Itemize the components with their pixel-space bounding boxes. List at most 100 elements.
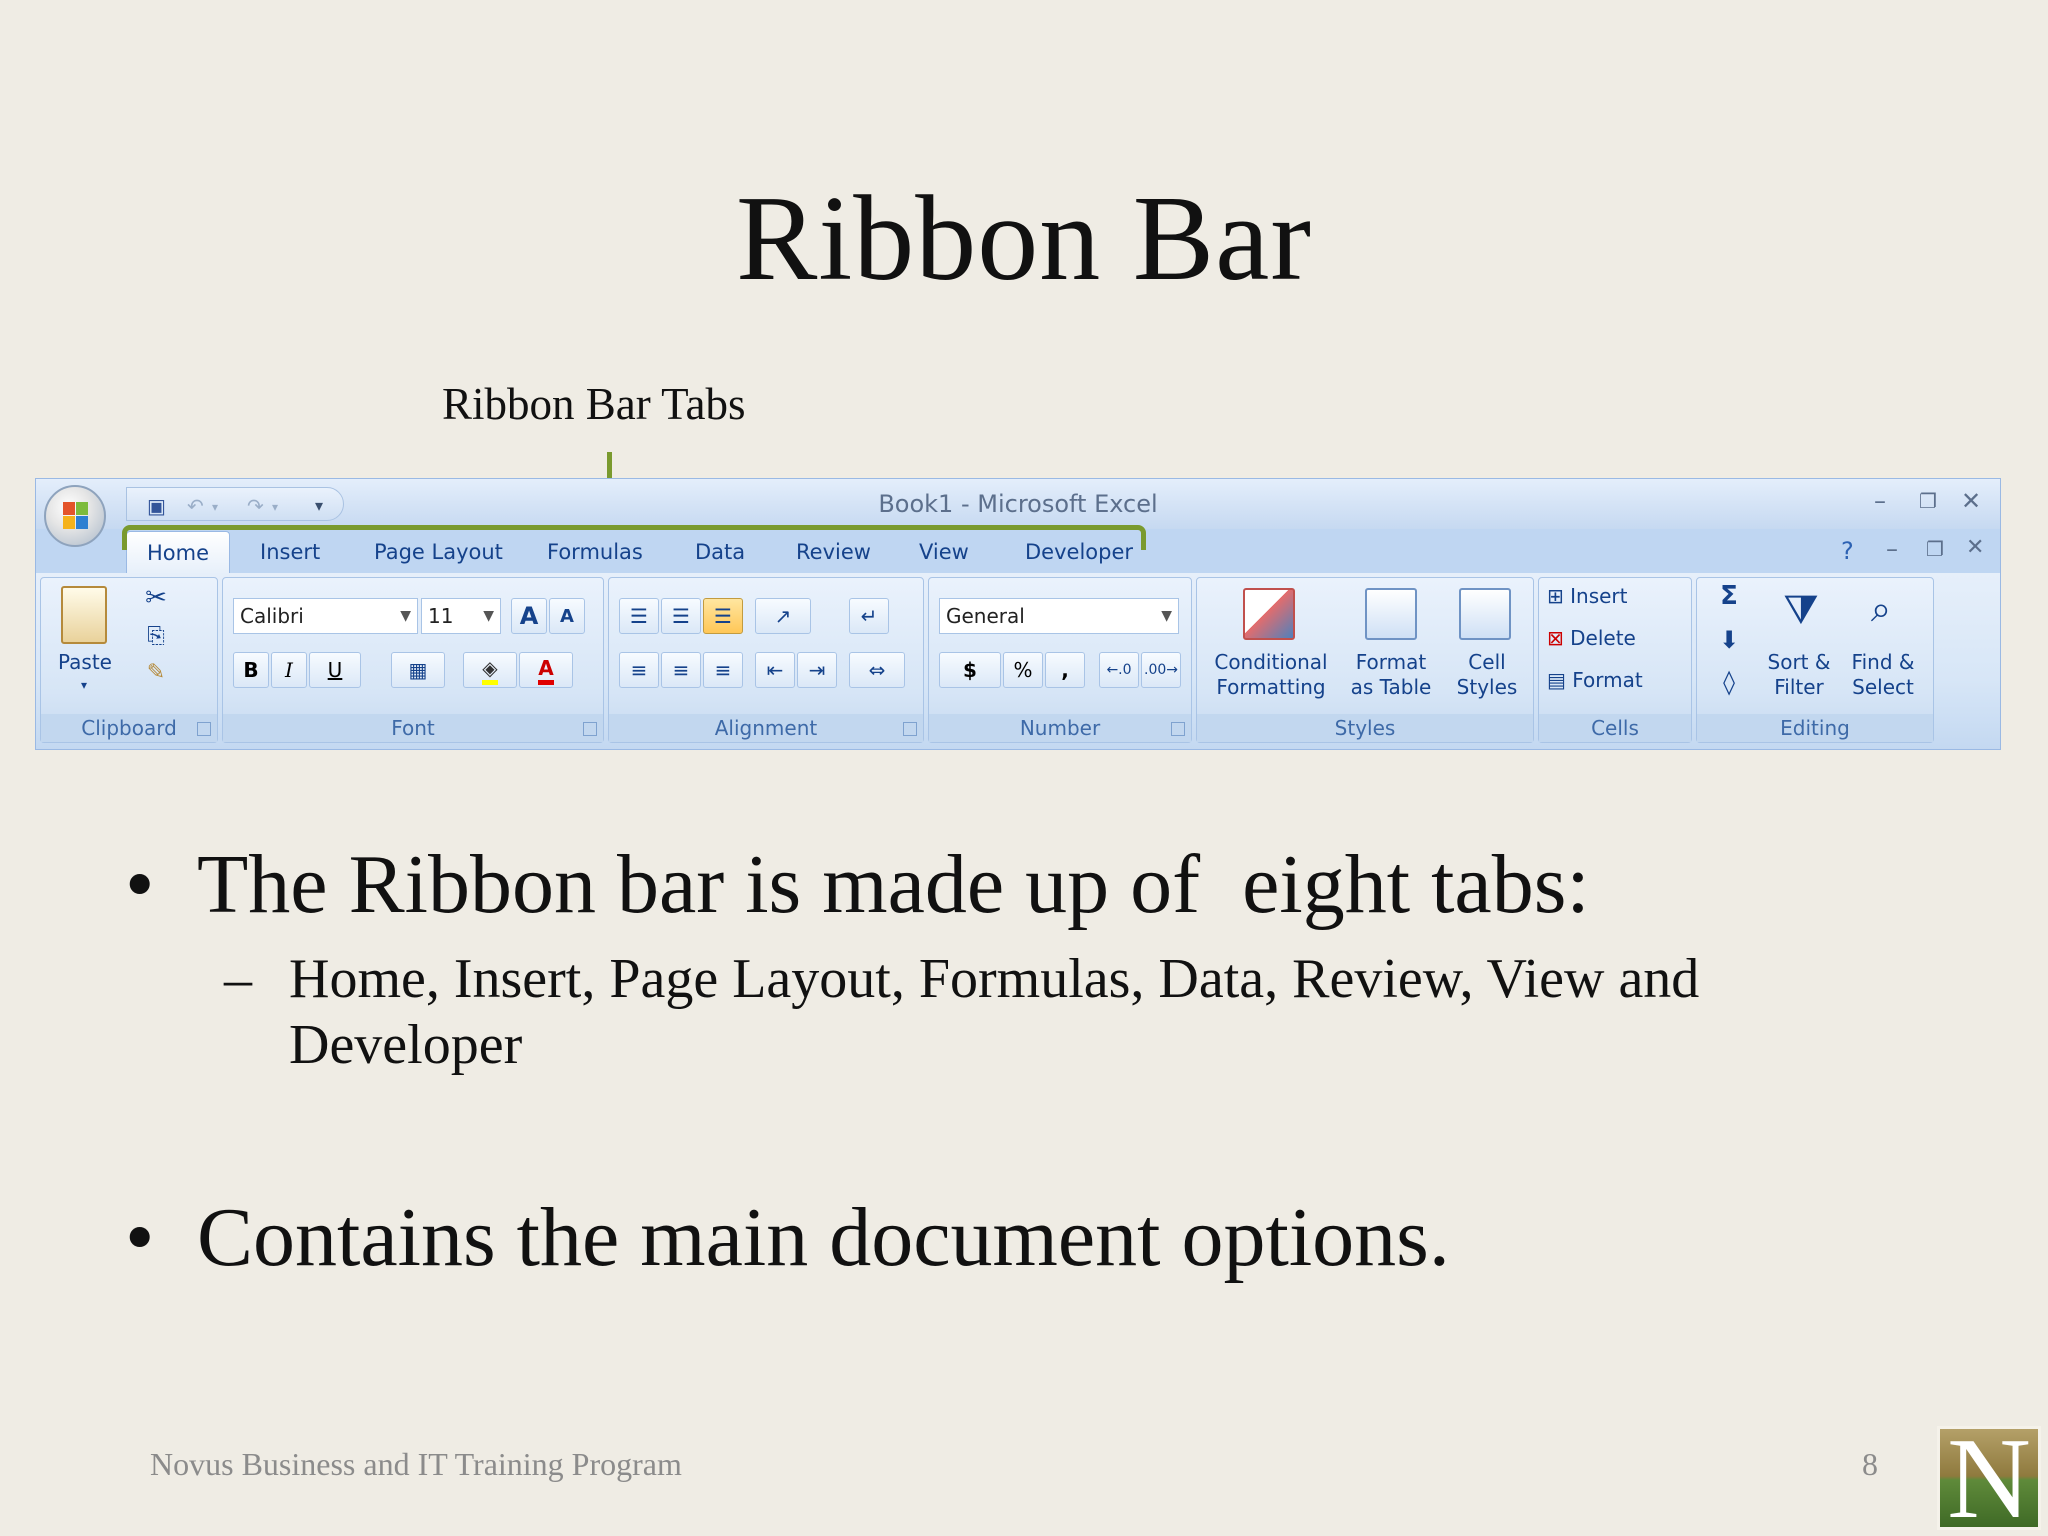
italic-button[interactable]: I [271, 652, 307, 688]
orientation-button[interactable]: ↗ [755, 598, 811, 634]
group-label-styles: Styles [1197, 714, 1533, 742]
delete-cells-button[interactable]: ⊠ Delete [1547, 626, 1687, 651]
cell-styles-line2: Styles [1456, 675, 1518, 699]
group-alignment: ☰ ☰ ☰ ↗ ↵ ≡ ≡ ≡ ⇤ ⇥ ⇔ Alignment [608, 577, 924, 743]
format-as-table-line2: as Table [1350, 675, 1432, 699]
font-name-value: Calibri [240, 604, 304, 628]
alignment-launcher-icon[interactable] [903, 722, 917, 736]
number-launcher-icon[interactable] [1171, 722, 1185, 736]
group-label-editing: Editing [1697, 714, 1933, 742]
font-name-field[interactable]: Calibri ▼ [233, 598, 418, 634]
cell-styles-line1: Cell [1468, 650, 1506, 674]
autosum-button[interactable]: Σ [1705, 583, 1753, 609]
conditional-formatting-icon[interactable] [1243, 588, 1295, 640]
font-launcher-icon[interactable] [583, 722, 597, 736]
cut-icon[interactable]: ✂ [141, 585, 171, 611]
fill-button[interactable]: ⬇ [1705, 628, 1753, 653]
font-name-dropdown-icon[interactable]: ▼ [400, 599, 411, 633]
sort-filter-button[interactable]: Sort & Filter [1759, 650, 1839, 700]
cell-styles-icon[interactable] [1459, 588, 1511, 640]
restore-icon[interactable]: ❐ [1919, 489, 1937, 513]
font-color-button[interactable]: A [519, 652, 573, 688]
conditional-formatting-button[interactable]: Conditional Formatting [1197, 650, 1345, 700]
workbook-restore-icon[interactable]: ❐ [1926, 537, 1944, 561]
bullet-1-text: The Ribbon bar is made up of eight tabs: [197, 838, 1590, 931]
font-size-field[interactable]: 11 ▼ [421, 598, 501, 634]
shrink-font-button[interactable]: A [549, 598, 585, 634]
minimize-icon[interactable]: – [1874, 487, 1886, 515]
help-icon[interactable]: ? [1841, 537, 1854, 565]
paste-dropdown-icon[interactable]: ▾ [74, 673, 94, 698]
increase-indent-button[interactable]: ⇥ [797, 652, 837, 688]
decrease-decimal-button[interactable]: .00→ [1141, 652, 1181, 688]
novus-logo-letter: N [1947, 1426, 2031, 1530]
align-middle-icon: ☰ [672, 604, 690, 628]
clear-button[interactable]: ◊ [1705, 670, 1753, 695]
bullet-2-marker: • [125, 1191, 155, 1284]
decrease-decimal-icon: .00→ [1144, 662, 1178, 678]
group-label-font: Font [223, 714, 603, 742]
fill-color-button[interactable]: ◈ [463, 652, 517, 688]
wrap-text-button[interactable]: ↵ [849, 598, 889, 634]
group-label-number: Number [929, 714, 1191, 742]
wrap-text-icon: ↵ [860, 604, 878, 628]
bullet-2: • Contains the main document options. [125, 1189, 1450, 1286]
format-painter-icon[interactable]: ✎ [141, 660, 171, 685]
underline-button[interactable]: U [309, 652, 361, 688]
delete-cells-icon: ⊠ [1547, 626, 1571, 650]
find-select-icon[interactable]: ⌕ [1853, 584, 1909, 636]
format-cells-button[interactable]: ▤ Format [1547, 668, 1687, 693]
sort-filter-line1: Sort & [1767, 650, 1831, 674]
group-font: Calibri ▼ 11 ▼ A A B I U ▦ ◈ A Font [222, 577, 604, 743]
clipboard-launcher-icon[interactable] [197, 722, 211, 736]
comma-button[interactable]: , [1045, 652, 1085, 688]
grow-font-button[interactable]: A [511, 598, 547, 634]
group-clipboard: Paste ▾ ✂ ⎘ ✎ Clipboard [40, 577, 218, 743]
page-number: 8 [1862, 1446, 1878, 1482]
align-center-button[interactable]: ≡ [661, 652, 701, 688]
find-select-line1: Find & [1851, 650, 1915, 674]
group-number: General ▼ $ % , ←.0 .00→ Number [928, 577, 1192, 743]
paste-icon[interactable] [61, 586, 107, 644]
excel-ribbon: ▣ ↶ ▾ ↷ ▾ ▾ Book1 - Microsoft Excel – ❐ … [35, 478, 2001, 750]
format-as-table-button[interactable]: Format as Table [1337, 650, 1445, 700]
font-size-value: 11 [428, 604, 454, 628]
group-label-cells: Cells [1539, 714, 1691, 742]
number-format-dropdown-icon[interactable]: ▼ [1161, 599, 1172, 633]
font-color-icon: A [538, 656, 554, 685]
increase-indent-icon: ⇥ [808, 658, 826, 682]
sort-filter-line2: Filter [1774, 675, 1824, 699]
office-button[interactable] [44, 485, 106, 547]
sub-bullet-text: Home, Insert, Page Layout, Formulas, Dat… [289, 948, 1700, 1076]
font-size-dropdown-icon[interactable]: ▼ [483, 599, 494, 633]
bold-button[interactable]: B [233, 652, 269, 688]
close-icon[interactable]: ✕ [1961, 487, 1981, 515]
group-label-clipboard: Clipboard [41, 714, 217, 742]
align-bottom-button[interactable]: ☰ [703, 598, 743, 634]
bullet-1-marker: • [125, 838, 155, 931]
sort-filter-icon[interactable]: ⧩ [1773, 584, 1829, 636]
paste-label[interactable]: Paste [53, 650, 117, 675]
decrease-indent-button[interactable]: ⇤ [755, 652, 795, 688]
find-select-button[interactable]: Find & Select [1841, 650, 1925, 700]
increase-decimal-button[interactable]: ←.0 [1099, 652, 1139, 688]
insert-cells-button[interactable]: ⊞ Insert [1547, 584, 1687, 609]
cell-styles-button[interactable]: Cell Styles [1445, 650, 1529, 700]
decrease-indent-icon: ⇤ [766, 658, 784, 682]
currency-button[interactable]: $ [939, 652, 1001, 688]
borders-button[interactable]: ▦ [391, 652, 445, 688]
increase-decimal-icon: ←.0 [1106, 662, 1132, 678]
workbook-minimize-icon[interactable]: – [1886, 535, 1898, 563]
copy-icon[interactable]: ⎘ [141, 624, 171, 649]
number-format-field[interactable]: General ▼ [939, 598, 1179, 634]
percent-button[interactable]: % [1003, 652, 1043, 688]
insert-cells-icon: ⊞ [1547, 584, 1571, 608]
format-as-table-icon[interactable] [1365, 588, 1417, 640]
align-right-button[interactable]: ≡ [703, 652, 743, 688]
align-middle-button[interactable]: ☰ [661, 598, 701, 634]
merge-center-button[interactable]: ⇔ [849, 652, 905, 688]
align-left-button[interactable]: ≡ [619, 652, 659, 688]
align-top-button[interactable]: ☰ [619, 598, 659, 634]
workbook-close-icon[interactable]: ✕ [1966, 535, 1984, 560]
group-cells: ⊞ Insert ⊠ Delete ▤ Format Cells [1538, 577, 1692, 743]
